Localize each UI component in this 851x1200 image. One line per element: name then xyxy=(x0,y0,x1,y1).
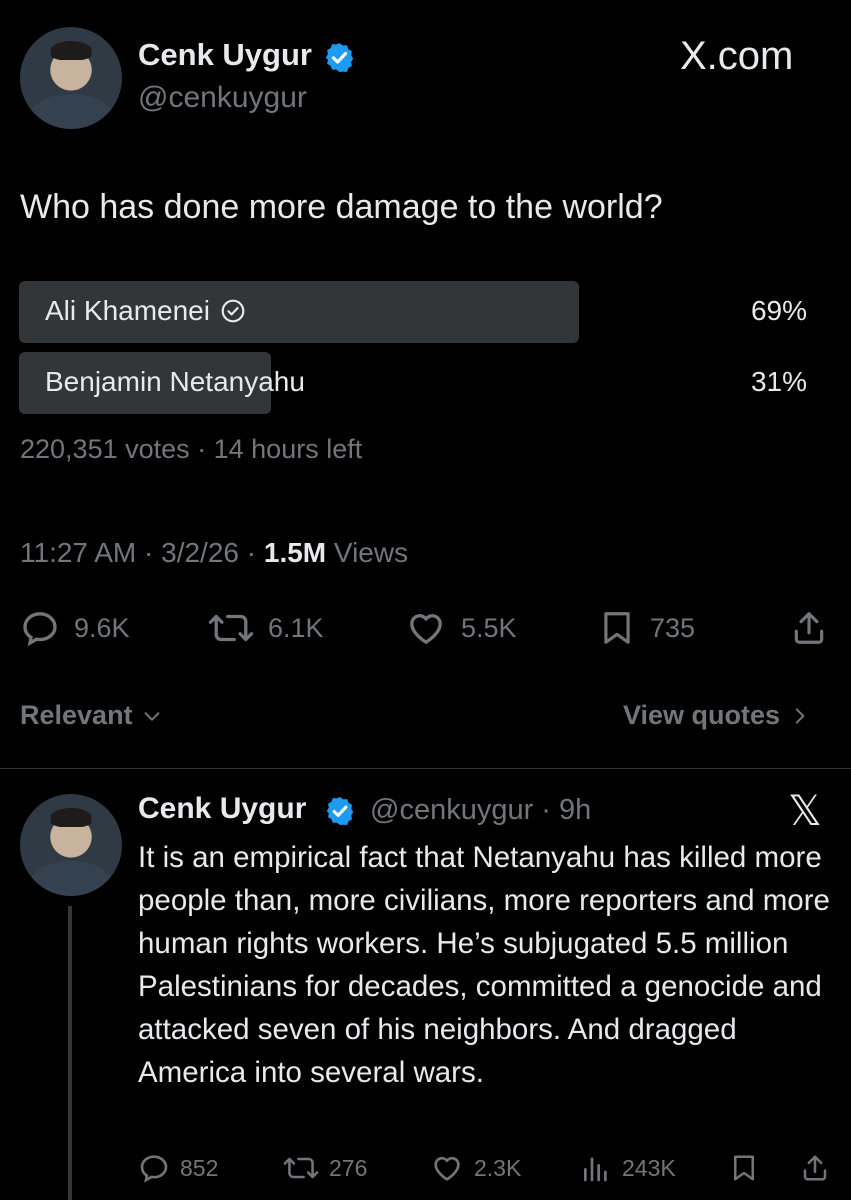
heart-icon xyxy=(434,1156,460,1181)
poll-option-label: Benjamin Netanyahu xyxy=(45,366,305,397)
reply-author-name[interactable]: Cenk Uygur xyxy=(138,792,306,826)
reply-count: 9.6K xyxy=(74,612,130,643)
repost-button[interactable]: 6.1K xyxy=(208,608,324,648)
reply-repost-count: 276 xyxy=(329,1154,368,1181)
bookmark-icon xyxy=(734,1155,754,1181)
reply-button[interactable]: 9.6K xyxy=(20,608,130,648)
views-count: 1.5M xyxy=(263,537,327,568)
views-label: Views xyxy=(333,537,409,568)
x-com-watermark: X.com xyxy=(680,34,794,78)
reply-author-meta[interactable]: @cenkuygur · 9h xyxy=(370,794,591,827)
share-icon xyxy=(794,612,824,644)
author-name[interactable]: Cenk Uygur xyxy=(138,37,312,73)
reply-age[interactable]: 9h xyxy=(559,794,591,826)
x-logo-icon: 𝕏 xyxy=(788,787,822,834)
view-quotes-link[interactable]: View quotes xyxy=(623,700,810,731)
thread-line xyxy=(68,906,72,1200)
check-circle-icon xyxy=(221,299,245,323)
poll-option-percent: 31% xyxy=(750,366,807,397)
repost-icon xyxy=(208,614,254,642)
reply-reply-button[interactable]: 852 xyxy=(138,1152,218,1184)
like-count: 5.5K xyxy=(461,612,517,643)
analytics-icon xyxy=(584,1157,607,1182)
reply-like-button[interactable]: 2.3K xyxy=(430,1152,521,1184)
like-button[interactable]: 5.5K xyxy=(405,608,517,648)
view-quotes-label: View quotes xyxy=(623,700,781,730)
bookmark-count: 735 xyxy=(650,612,696,643)
reply-author-avatar[interactable] xyxy=(20,794,122,896)
sort-label: Relevant xyxy=(20,700,133,730)
reply-bookmark-button[interactable] xyxy=(729,1152,759,1184)
reply-icon xyxy=(140,1155,168,1183)
sort-replies-dropdown[interactable]: Relevant xyxy=(20,700,163,731)
poll-meta: 220,351 votes · 14 hours left xyxy=(20,434,363,464)
post-timestamp[interactable]: 11:27 AM · 3/2/26 · 1.5M Views xyxy=(20,537,408,569)
verified-badge-icon xyxy=(325,43,354,72)
chevron-down-icon xyxy=(144,711,159,721)
chevron-right-icon xyxy=(795,707,805,724)
reply-author-handle[interactable]: @cenkuygur xyxy=(370,794,533,826)
bookmark-icon xyxy=(604,612,630,644)
reply-repost-button[interactable]: 276 xyxy=(283,1152,367,1184)
share-button[interactable] xyxy=(790,608,828,648)
author-avatar[interactable] xyxy=(20,27,122,129)
reply-like-count: 2.3K xyxy=(474,1154,522,1181)
poll-option-percent: 69% xyxy=(750,295,807,326)
reply-views-count: 243K xyxy=(622,1154,676,1181)
divider xyxy=(0,768,851,769)
reply-views-button[interactable]: 243K xyxy=(580,1152,676,1184)
post-date[interactable]: 3/2/26 xyxy=(161,537,239,568)
post-text: Who has done more damage to the world? xyxy=(20,188,663,226)
repost-count: 6.1K xyxy=(268,612,324,643)
poll-option-label: Ali Khamenei xyxy=(45,295,210,326)
author-handle[interactable]: @cenkuygur xyxy=(138,81,307,115)
repost-icon xyxy=(283,1157,319,1179)
post-time[interactable]: 11:27 AM xyxy=(20,537,136,568)
bookmark-button[interactable]: 735 xyxy=(598,608,695,648)
share-icon xyxy=(803,1155,827,1181)
heart-icon xyxy=(410,614,442,644)
verified-badge-icon xyxy=(326,797,354,825)
poll-option: Benjamin Netanyahu 31% xyxy=(19,352,809,414)
poll-option: Ali Khamenei 69% xyxy=(19,281,809,343)
reply-text: It is an empirical fact that Netanyahu h… xyxy=(138,841,830,1089)
reply-icon xyxy=(23,612,57,647)
reply-share-button[interactable] xyxy=(800,1152,830,1184)
reply-reply-count: 852 xyxy=(180,1154,219,1181)
